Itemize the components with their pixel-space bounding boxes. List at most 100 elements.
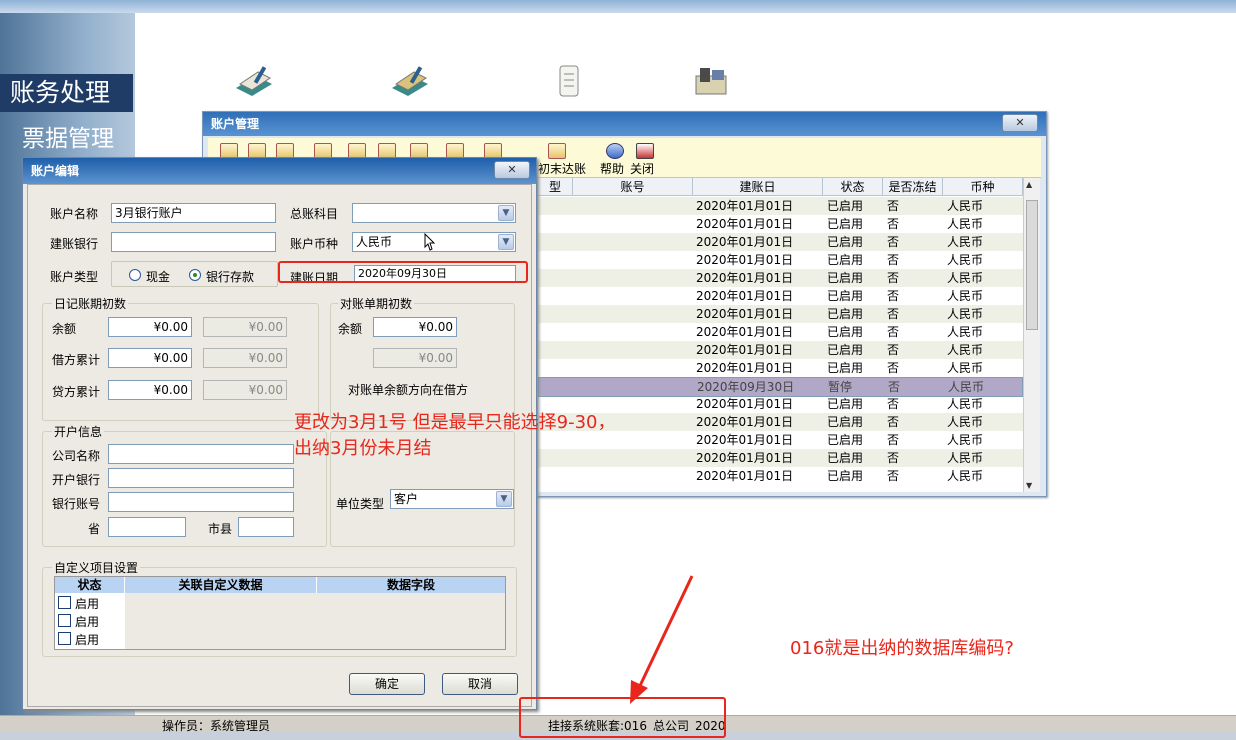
table-cell-date: 2020年01月01日 — [696, 451, 794, 465]
company-name-input[interactable] — [108, 444, 294, 464]
table-cell-date: 2020年01月01日 — [696, 235, 794, 249]
enable-label: 启用 — [75, 597, 100, 611]
vertical-scrollbar[interactable]: ▲ ▼ — [1023, 178, 1040, 492]
account-name-input[interactable]: 3月银行账户 — [111, 203, 276, 223]
desktop-app-icon[interactable] — [232, 62, 276, 102]
desktop-scroll-icon[interactable] — [548, 62, 592, 102]
radio-cash[interactable] — [129, 269, 141, 281]
chevron-down-icon[interactable]: ▼ — [498, 234, 514, 250]
enable-checkbox[interactable] — [58, 632, 71, 645]
close-icon[interactable]: ✕ — [494, 161, 530, 179]
window-title: 账户管理 — [203, 112, 1046, 136]
table-cell-status: 已启用 — [827, 343, 864, 357]
nav-accounting[interactable]: 账务处理 — [0, 74, 133, 112]
table-cell-status: 已启用 — [827, 289, 864, 303]
column-header[interactable]: 型 — [538, 178, 573, 196]
table-cell-date: 2020年01月01日 — [696, 253, 794, 267]
close-button[interactable]: 关闭 — [630, 160, 654, 177]
cancel-button[interactable]: 取消 — [442, 673, 518, 695]
column-header[interactable]: 账号 — [573, 178, 693, 196]
close-icon[interactable]: ✕ — [1002, 114, 1038, 132]
debit-total-input[interactable]: ¥0.00 — [108, 348, 192, 368]
chevron-down-icon[interactable]: ▼ — [496, 491, 512, 507]
table-row[interactable]: 2020年01月01日 已启用 否 人民币 — [538, 287, 1023, 305]
table-cell-date: 2020年01月01日 — [696, 289, 794, 303]
column-header[interactable]: 状态 — [823, 178, 883, 196]
table-row[interactable]: 2020年01月01日 已启用 否 人民币 — [538, 215, 1023, 233]
table-row[interactable]: 2020年01月01日 已启用 否 人民币 — [538, 359, 1023, 377]
table-cell-frozen: 否 — [887, 343, 900, 357]
column-header[interactable]: 是否冻结 — [883, 178, 943, 196]
statement-balance-foreign-input: ¥0.00 — [373, 348, 457, 368]
table-cell-currency: 人民币 — [947, 397, 984, 411]
enable-label: 启用 — [75, 615, 100, 629]
column-header[interactable]: 币种 — [943, 178, 1023, 196]
table-row[interactable]: 2020年01月01日 已启用 否 人民币 — [538, 197, 1023, 215]
table-row[interactable]: 2020年01月01日 已启用 否 人民币 — [538, 449, 1023, 467]
statement-balance-input[interactable]: ¥0.00 — [373, 317, 457, 337]
enable-checkbox[interactable] — [58, 596, 71, 609]
table-cell-currency: 人民币 — [947, 307, 984, 321]
column-header[interactable]: 数据字段 — [317, 577, 505, 593]
table-row[interactable]: 2020年01月01日 已启用 否 人民币 — [538, 305, 1023, 323]
credit-total-input[interactable]: ¥0.00 — [108, 380, 192, 400]
toolbar-reconcile-label[interactable]: 初末达账 — [538, 160, 586, 177]
unit-type-select[interactable]: 客户 ▼ — [390, 489, 514, 509]
dialog-title: 账户编辑 — [23, 158, 536, 184]
table-row[interactable]: 2020年01月01日 已启用 否 人民币 — [538, 233, 1023, 251]
help-icon[interactable] — [606, 143, 624, 159]
table-cell-status: 已启用 — [827, 325, 864, 339]
table-cell-status: 已启用 — [827, 253, 864, 267]
help-button[interactable]: 帮助 — [600, 160, 624, 177]
table-row[interactable]: 2020年09月30日 暂停 否 人民币 — [538, 377, 1023, 397]
balance-input[interactable]: ¥0.00 — [108, 317, 192, 337]
table-cell-date: 2020年01月01日 — [696, 307, 794, 321]
account-table: 型 账号 建账日 状态 是否冻结 币种 2020年01月01日 已启用否人民币 20… — [538, 178, 1040, 492]
table-cell-status: 已启用 — [827, 433, 864, 447]
scroll-up-icon[interactable]: ▲ — [1026, 180, 1032, 189]
scroll-thumb[interactable] — [1026, 200, 1038, 330]
column-header[interactable]: 状态 — [55, 577, 125, 593]
ledger-subject-select[interactable]: ▼ — [352, 203, 516, 223]
enable-checkbox[interactable] — [58, 614, 71, 627]
table-cell-currency: 人民币 — [947, 451, 984, 465]
desktop-app-icon[interactable] — [388, 62, 432, 102]
city-input[interactable] — [238, 517, 294, 537]
table-cell-frozen: 否 — [887, 217, 900, 231]
table-row[interactable]: 2020年01月01日 已启用 否 人民币 — [538, 269, 1023, 287]
custom-items-title: 自定义项目设置 — [52, 559, 141, 576]
close-window-icon[interactable] — [636, 143, 654, 159]
table-cell-status: 已启用 — [827, 235, 864, 249]
table-cell-date: 2020年01月01日 — [696, 271, 794, 285]
currency-label: 账户币种 — [290, 237, 339, 251]
desktop-books-icon[interactable] — [690, 62, 734, 102]
open-bank-input[interactable] — [108, 468, 294, 488]
table-cell-date: 2020年01月01日 — [696, 433, 794, 447]
nav-bill-management[interactable]: 票据管理 — [20, 120, 135, 158]
bank-input[interactable] — [111, 232, 276, 252]
table-row[interactable]: 2020年01月01日 已启用 否 人民币 — [538, 467, 1023, 485]
chevron-down-icon[interactable]: ▼ — [498, 205, 514, 221]
account-name-label: 账户名称 — [50, 207, 99, 221]
ok-button[interactable]: 确定 — [349, 673, 425, 695]
radio-bank-deposit[interactable] — [189, 269, 201, 281]
radio-bank-deposit-label[interactable]: 银行存款 — [206, 268, 254, 285]
bank-account-input[interactable] — [108, 492, 294, 512]
table-cell-frozen: 否 — [887, 415, 900, 429]
annotation-note: 016就是出纳的数据库编码? — [790, 638, 1014, 659]
table-cell-frozen: 否 — [887, 433, 900, 447]
table-row[interactable]: 2020年01月01日 已启用 否 人民币 — [538, 341, 1023, 359]
column-header[interactable]: 建账日 — [693, 178, 823, 196]
table-row[interactable]: 2020年01月01日 已启用 否 人民币 — [538, 251, 1023, 269]
province-label: 省 — [88, 522, 101, 536]
toolbar-reconcile-icon[interactable] — [548, 143, 566, 159]
credit-total-foreign-input: ¥0.00 — [203, 380, 287, 400]
scroll-down-icon[interactable]: ▼ — [1026, 481, 1032, 490]
annotation-box-date — [278, 261, 528, 283]
province-input[interactable] — [108, 517, 186, 537]
column-header[interactable]: 关联自定义数据 — [125, 577, 317, 593]
radio-cash-label[interactable]: 现金 — [146, 268, 170, 285]
table-row[interactable]: 2020年01月01日 已启用 否 人民币 — [538, 323, 1023, 341]
table-cell-status: 已启用 — [827, 361, 864, 375]
table-cell-currency: 人民币 — [947, 199, 984, 213]
